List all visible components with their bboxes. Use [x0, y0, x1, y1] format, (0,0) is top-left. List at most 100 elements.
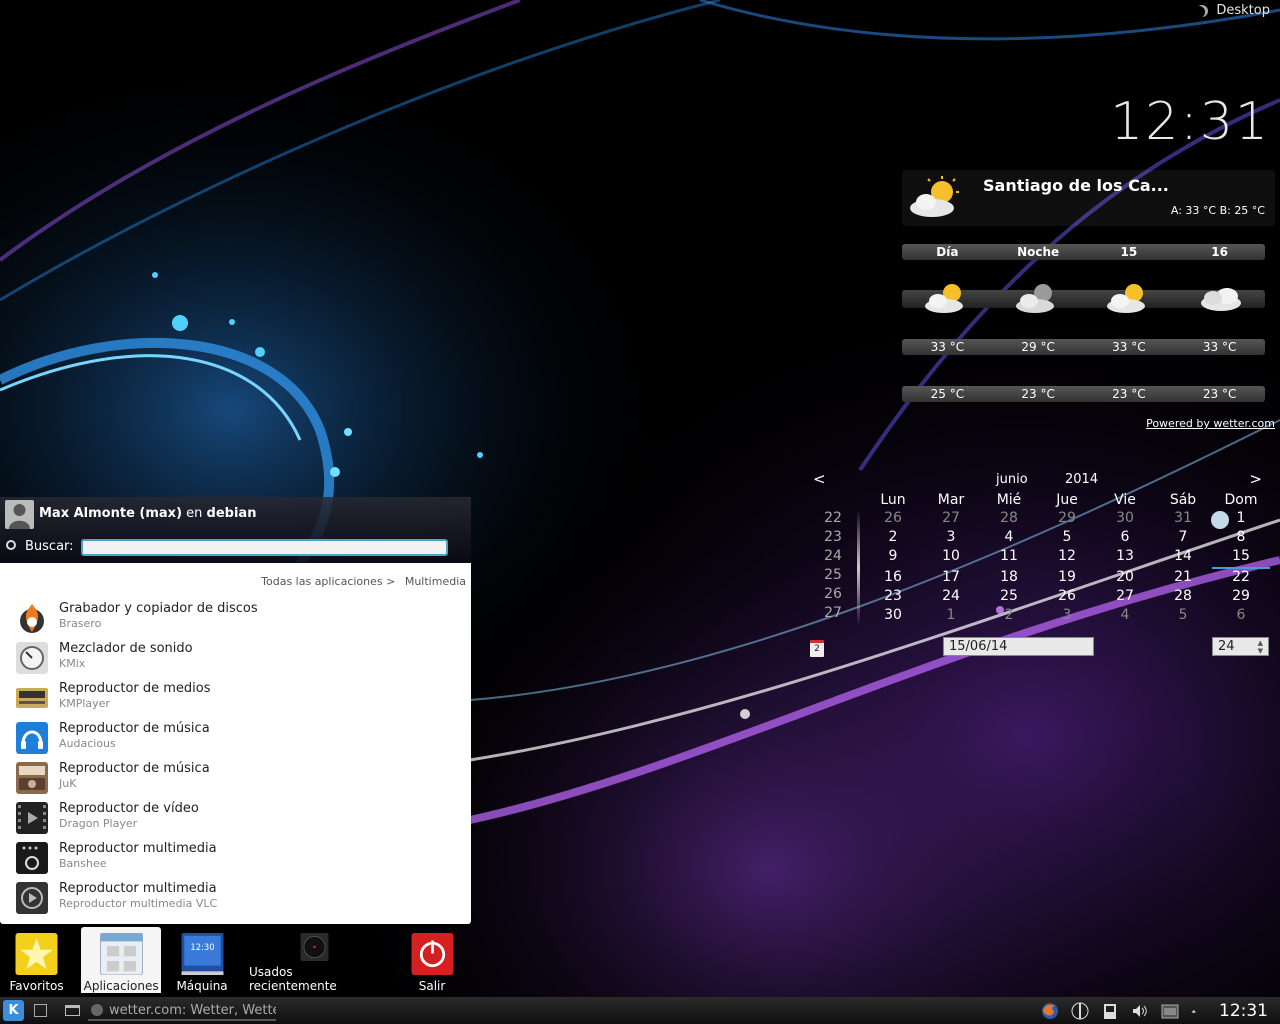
- show-desktop-icon[interactable]: [65, 1005, 80, 1016]
- calendar-day[interactable]: 23: [864, 588, 922, 607]
- network-icon[interactable]: [1071, 1002, 1089, 1020]
- calendar-day[interactable]: 20: [1096, 569, 1154, 588]
- calendar-day[interactable]: 19: [1038, 569, 1096, 588]
- application-launcher-button[interactable]: K: [3, 1000, 24, 1021]
- list-item[interactable]: Reproductor de música Audacious: [16, 721, 258, 761]
- calendar-day[interactable]: 31: [1154, 510, 1212, 529]
- list-item[interactable]: Reproductor de medios KMPlayer: [16, 681, 258, 721]
- calendar-day[interactable]: 29: [1038, 510, 1096, 529]
- calendar-prev-button[interactable]: <: [813, 470, 826, 488]
- list-item[interactable]: Reproductor de vídeo Dragon Player: [16, 801, 258, 841]
- calendar-year[interactable]: 2014: [1065, 472, 1098, 487]
- calendar-day[interactable]: 8: [1212, 529, 1270, 548]
- list-item[interactable]: Reproductor multimedia Reproductor multim…: [16, 881, 258, 921]
- tray-expand-icon[interactable]: [1191, 1002, 1201, 1020]
- app-name: Mezclador de sonido: [59, 641, 193, 656]
- calendar-today-icon[interactable]: 2: [810, 640, 824, 657]
- calendar-month[interactable]: junio: [996, 472, 1028, 487]
- search-input[interactable]: [81, 539, 448, 556]
- calendar-day[interactable]: 9: [864, 548, 922, 567]
- calendar-day[interactable]: 3: [1038, 607, 1096, 626]
- app-generic: Audacious: [59, 737, 116, 750]
- calendar-day[interactable]: 5: [1038, 529, 1096, 548]
- recent-icon: [300, 933, 328, 961]
- pager-icon[interactable]: [34, 1004, 47, 1017]
- calendar-day[interactable]: 2: [864, 529, 922, 548]
- breadcrumb-all-applications[interactable]: Todas las aplicaciones >: [261, 575, 395, 588]
- calendar-day[interactable]: 27: [922, 510, 980, 529]
- calendar-day[interactable]: 26: [1038, 588, 1096, 607]
- calendar-day[interactable]: 2: [980, 607, 1038, 626]
- calendar-next-button[interactable]: >: [1249, 470, 1262, 488]
- tab-leave[interactable]: Salir: [393, 927, 471, 993]
- calendar-day[interactable]: 16: [864, 569, 922, 588]
- application-list: Grabador y copiador de discos Brasero Mez…: [16, 601, 258, 921]
- tab-favorites[interactable]: Favoritos: [0, 927, 73, 993]
- weather-header: Santiago de los Ca... A: 33 °C B: 25 °C: [902, 170, 1275, 226]
- calendar-day[interactable]: 21: [1154, 569, 1212, 588]
- calendar-day[interactable]: 5: [1154, 607, 1212, 626]
- tab-label: Usados recientemente: [248, 965, 337, 993]
- calendar-day[interactable]: 30: [1096, 510, 1154, 529]
- list-item[interactable]: Mezclador de sonido KMix: [16, 641, 258, 681]
- power-icon: [411, 933, 453, 975]
- calendar-day[interactable]: 24: [922, 588, 980, 607]
- battery-icon[interactable]: [1161, 1002, 1179, 1020]
- spin-arrows-icon[interactable]: ▲ ▼: [1258, 639, 1263, 655]
- calendar-day-today[interactable]: 15: [1212, 548, 1270, 569]
- user-name: Max Almonte (max): [39, 506, 183, 521]
- calendar-widget: < junio 2014 > Lun Mar Mié Jue Vie Sáb D…: [808, 470, 1278, 660]
- tab-recently-used[interactable]: Usados recientemente: [243, 927, 385, 993]
- calendar-day[interactable]: 6: [1212, 607, 1270, 626]
- calendar-date-field[interactable]: [943, 637, 1094, 656]
- firefox-icon[interactable]: [1041, 1002, 1059, 1020]
- breadcrumb-multimedia[interactable]: Multimedia: [405, 575, 466, 588]
- list-item[interactable]: Reproductor de música JuK: [16, 761, 258, 801]
- calendar-day[interactable]: 18: [980, 569, 1038, 588]
- weather-widget[interactable]: Santiago de los Ca... A: 33 °C B: 25 °C …: [902, 170, 1275, 435]
- tab-computer[interactable]: 12:30 Máquina: [161, 927, 243, 993]
- calendar-day[interactable]: 28: [1154, 588, 1212, 607]
- weather-day: Día: [936, 245, 959, 259]
- device-icon[interactable]: [1101, 1002, 1119, 1020]
- desktop-toolbox[interactable]: Desktop: [1196, 3, 1270, 18]
- calendar-day[interactable]: 14: [1154, 548, 1212, 567]
- brasero-icon: [20, 604, 44, 633]
- applications-icon: [99, 933, 143, 975]
- calendar-day[interactable]: 13: [1096, 548, 1154, 567]
- tab-applications[interactable]: Aplicaciones: [81, 927, 162, 993]
- clock-widget[interactable]: 12:31: [1110, 92, 1270, 152]
- calendar-day[interactable]: 30: [864, 607, 922, 626]
- calendar-week-spinbox[interactable]: 24 ▲ ▼: [1212, 637, 1269, 656]
- calendar-day[interactable]: 4: [980, 529, 1038, 548]
- user-on-label: en: [186, 506, 203, 521]
- calendar-day[interactable]: 11: [980, 548, 1038, 567]
- calendar-day[interactable]: 10: [922, 548, 980, 567]
- calendar-day[interactable]: 1: [1212, 510, 1270, 529]
- calendar-day[interactable]: 27: [1096, 588, 1154, 607]
- calendar-day[interactable]: 3: [922, 529, 980, 548]
- taskbar-clock[interactable]: 12:31: [1219, 1001, 1268, 1021]
- calendar-day[interactable]: 26: [864, 510, 922, 529]
- calendar-day[interactable]: 4: [1096, 607, 1154, 626]
- calendar-day[interactable]: 1: [922, 607, 980, 626]
- weather-day: 16: [1211, 245, 1228, 259]
- system-tray: 12:31: [1041, 1000, 1268, 1022]
- kickoff-launcher: Max Almonte (max) en debian Buscar: Toda…: [0, 497, 471, 997]
- calendar-day[interactable]: 29: [1212, 588, 1270, 607]
- task-title: wetter.com: Wetter, Wetter: [109, 1002, 276, 1018]
- volume-icon[interactable]: [1131, 1002, 1149, 1020]
- task-item[interactable]: wetter.com: Wetter, Wetter: [88, 1001, 276, 1021]
- svg-text:12:30: 12:30: [190, 942, 214, 952]
- calendar-day[interactable]: 25: [980, 588, 1038, 607]
- calendar-day[interactable]: 7: [1154, 529, 1212, 548]
- app-generic: Dragon Player: [59, 817, 138, 830]
- calendar-day[interactable]: 22: [1212, 569, 1270, 588]
- calendar-day[interactable]: 6: [1096, 529, 1154, 548]
- list-item[interactable]: Grabador y copiador de discos Brasero: [16, 601, 258, 641]
- calendar-day[interactable]: 17: [922, 569, 980, 588]
- calendar-day[interactable]: 28: [980, 510, 1038, 529]
- weather-powered-link[interactable]: Powered by wetter.com: [1146, 417, 1275, 430]
- calendar-day[interactable]: 12: [1038, 548, 1096, 567]
- list-item[interactable]: Reproductor multimedia Banshee: [16, 841, 258, 881]
